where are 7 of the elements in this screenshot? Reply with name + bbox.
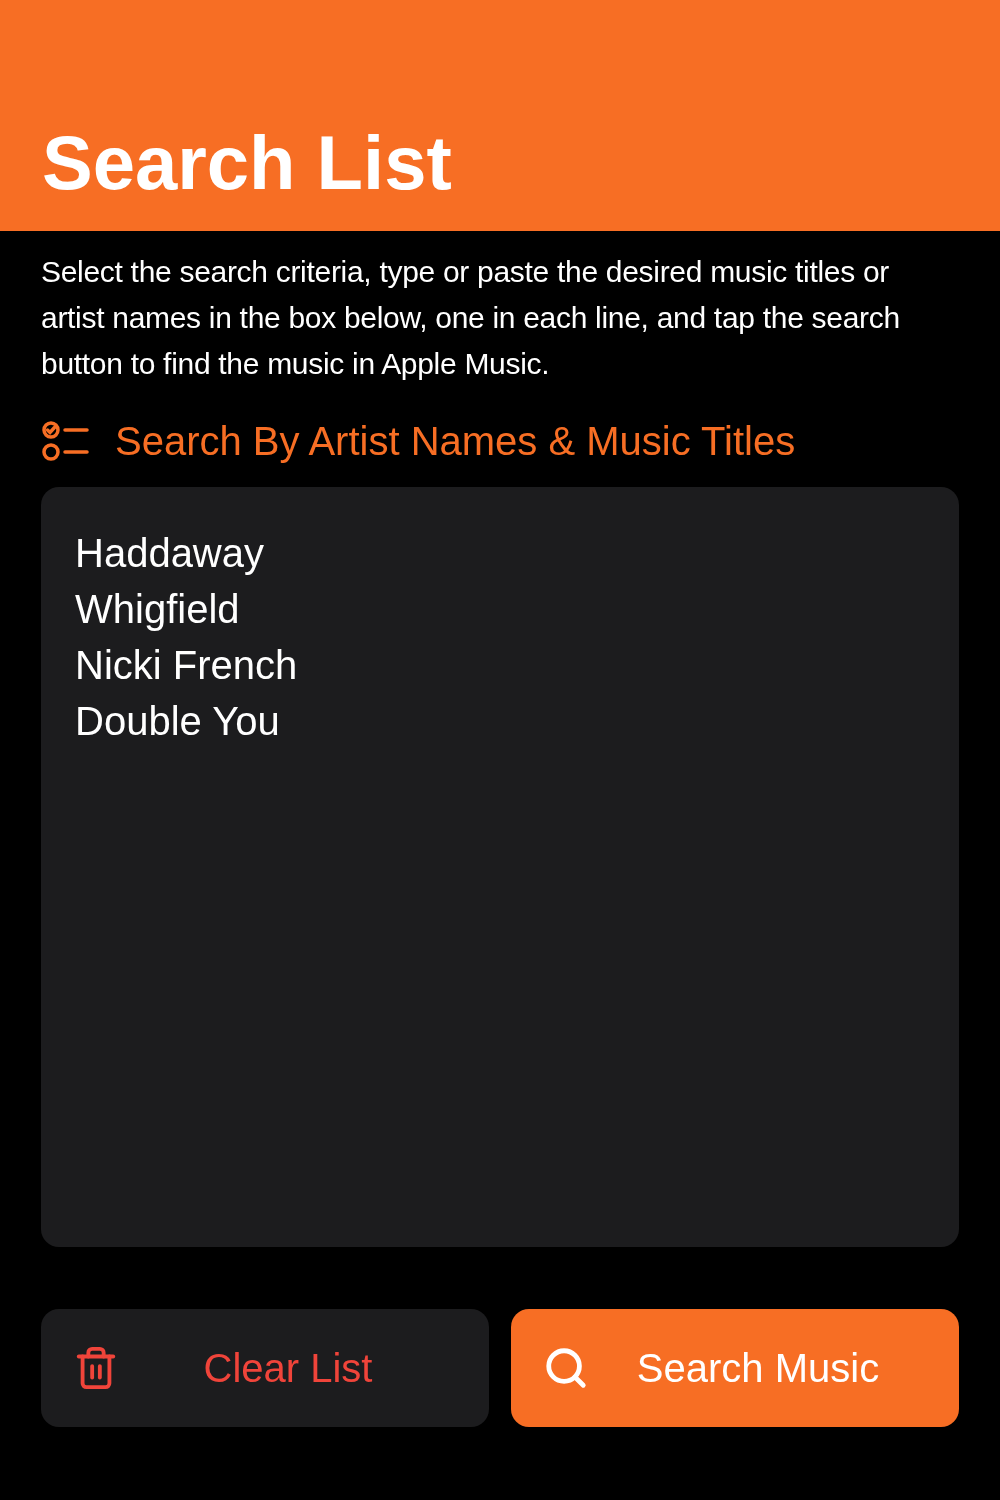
list-field[interactable]: Haddaway Whigfield Nicki French Double You	[41, 487, 959, 1247]
clear-list-button[interactable]: Clear List	[41, 1309, 489, 1427]
page-title: Search List	[42, 125, 452, 201]
search-icon	[543, 1345, 589, 1391]
description-text: Select the search criteria, type or paste the desired music titles or artist names in the box below, one in each line, and tap the search button to find the music in Apple Music.	[41, 254, 901, 382]
criteria-label[interactable]: Search By Artist Names & Music Titles	[115, 411, 796, 471]
checklist-icon	[41, 420, 91, 462]
